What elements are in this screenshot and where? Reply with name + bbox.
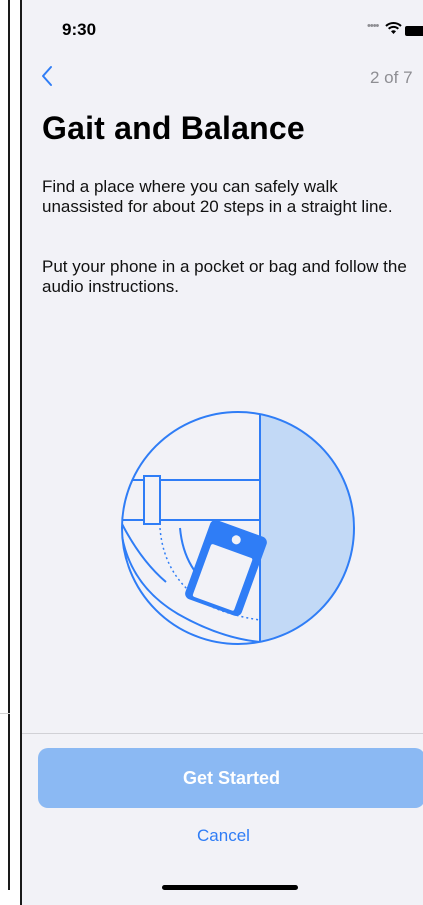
page-title: Gait and Balance: [42, 110, 305, 146]
signal-dots-icon: ••••: [367, 20, 379, 32]
wifi-icon: [385, 22, 402, 34]
screen-border: [8, 0, 10, 890]
cancel-button[interactable]: Cancel: [22, 826, 423, 846]
footer-divider: [22, 733, 423, 734]
phone-in-pocket-illustration: [121, 411, 355, 645]
instruction-text-2: Put your phone in a pocket or bag and fo…: [42, 257, 407, 296]
previous-screen-edge: [0, 0, 20, 905]
status-icons: ••••: [367, 20, 423, 40]
chevron-left-icon: [42, 66, 52, 86]
instruction-text-1: Find a place where you can safely walk u…: [42, 177, 393, 216]
get-started-button[interactable]: Get Started: [38, 748, 423, 808]
battery-icon: [405, 26, 423, 36]
status-time: 9:30: [62, 20, 97, 39]
phone-screen: 9:30 •••• 2 of 7 Gait and Balance Find a…: [20, 0, 423, 905]
home-indicator[interactable]: [162, 885, 298, 890]
back-button[interactable]: [40, 64, 60, 90]
divider-hint: [0, 713, 10, 714]
step-counter: 2 of 7: [370, 68, 413, 87]
